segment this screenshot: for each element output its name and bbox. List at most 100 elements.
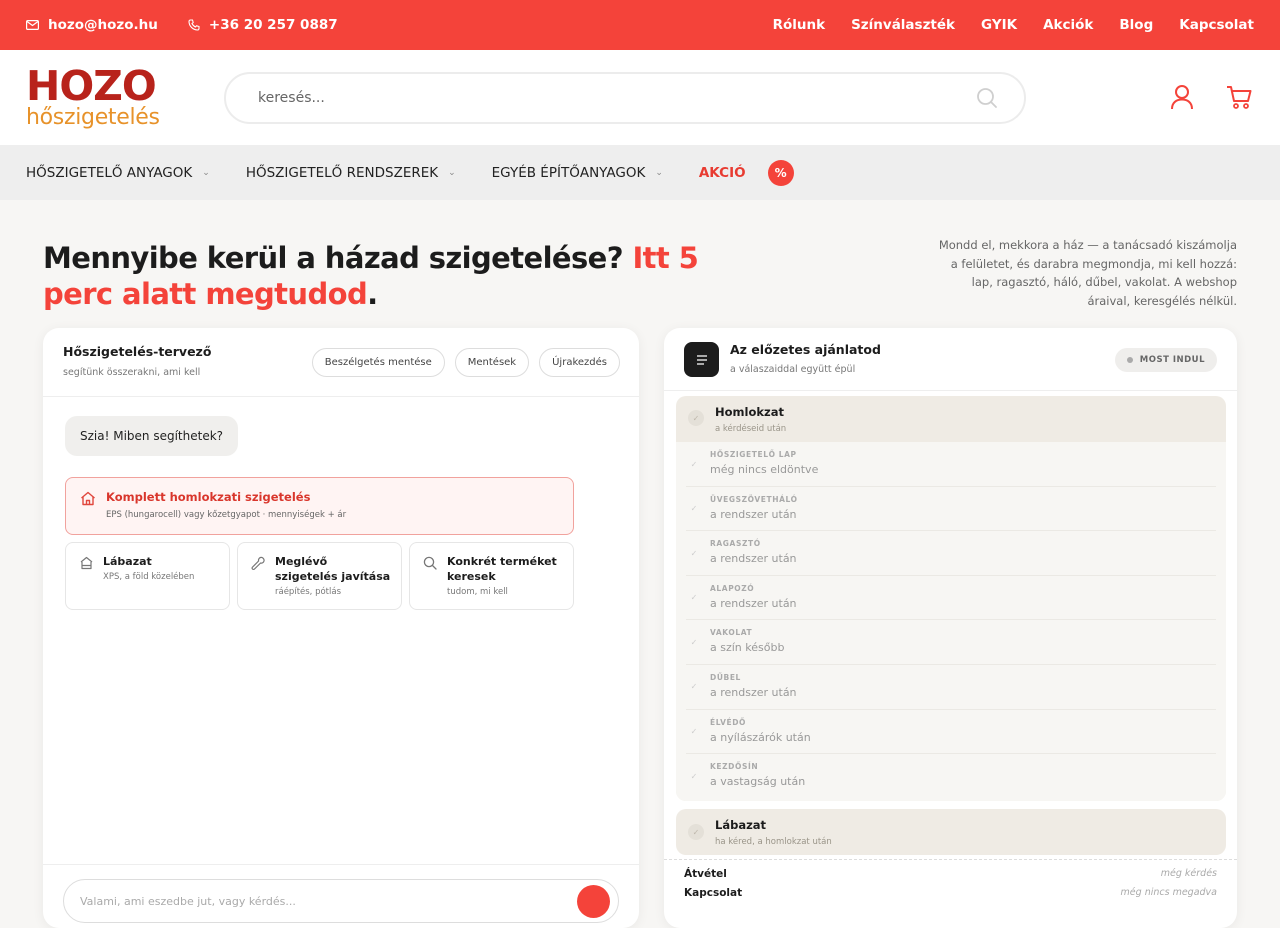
offer-item: ✓ Hőszigetelő lap még nincs eldöntve [686, 442, 1216, 487]
footer-key: Átvétel [684, 868, 727, 880]
check-icon: ✓ [690, 682, 698, 692]
check-icon: ✓ [688, 410, 704, 426]
option-subtitle: ráépítés, pótlás [275, 587, 342, 597]
offer-card: Az előzetes ajánlatod a válaszaiddal egy… [664, 328, 1237, 928]
offer-item-value: a vastagság után [710, 775, 806, 789]
offer-item-value: a szín később [710, 641, 785, 655]
user-icon[interactable] [1170, 84, 1194, 110]
offer-item: ✓ Alapozó a rendszer után [686, 576, 1216, 621]
saves-button[interactable]: Mentések [454, 348, 530, 377]
nav-item-egyeb-epitoanyagok[interactable]: EGYÉB ÉPÍTŐANYAGOK ⌄ [492, 165, 663, 181]
option-repair[interactable]: Meglévő szigetelés javítása ráépítés, pó… [237, 542, 402, 610]
option-title: Komplett homlokzati szigetelés [106, 490, 311, 504]
house-icon [81, 491, 95, 506]
site-header: HOZO hőszigetelés [0, 50, 1280, 145]
option-title: Lábazat [103, 555, 152, 568]
hero-description: Mondd el, mekkora a ház — a tanácsadó ki… [938, 238, 1237, 308]
top-bar: hozo@hozo.hu +36 20 257 0887 Rólunk Szín… [0, 0, 1280, 50]
option-subtitle: tudom, mi kell [447, 587, 508, 597]
offer-item-label: Vakolat [710, 628, 753, 638]
offer-item-label: Dűbel [710, 672, 741, 682]
phone-text: +36 20 257 0887 [208, 17, 338, 33]
status-text: MOST INDUL [1139, 355, 1205, 365]
nav-link-kapcsolat[interactable]: Kapcsolat [1179, 17, 1254, 33]
offer-item-label: Ragasztó [710, 539, 761, 549]
section-title: Homlokzat [715, 405, 784, 419]
offer-item-value: a rendszer után [710, 552, 797, 566]
phone-icon [188, 19, 200, 31]
footer-key: Kapcsolat [684, 887, 743, 899]
nav-item-label: HŐSZIGETELŐ RENDSZEREK [245, 164, 439, 181]
offer-section-homlokzat: ✓ Homlokzat a kérdéseid után ✓ Hőszigetel… [676, 396, 1226, 801]
email-link[interactable]: hozo@hozo.hu [26, 17, 158, 33]
offer-item: ✓ Dűbel a rendszer után [686, 665, 1216, 710]
nav-item-label: HŐSZIGETELŐ ANYAGOK [26, 164, 193, 181]
logo-tagline: hőszigetelés [26, 104, 160, 130]
offer-item-value: a rendszer után [710, 596, 797, 610]
offer-section-labazat: ✓ Lábazat ha kéred, a homlokzat után [676, 809, 1226, 855]
title-end: . [367, 277, 378, 311]
offer-item: ✓ Ragasztó a rendszer után [686, 531, 1216, 576]
offer-header: Az előzetes ajánlatod a válaszaiddal egy… [664, 328, 1237, 391]
option-subtitle: EPS (hungarocell) vagy kőzetgyapot · men… [106, 510, 347, 520]
offer-item-label: Élvédő [710, 717, 746, 727]
search-bar [224, 72, 1026, 124]
status-badge: MOST INDUL [1114, 348, 1217, 372]
nav-item-label: EGYÉB ÉPÍTŐANYAGOK [491, 164, 646, 181]
offer-item-value: a rendszer után [710, 685, 797, 699]
footer-value: még nincs megadva [1120, 887, 1217, 898]
nav-item-akcio[interactable]: AKCIÓ % [698, 159, 794, 186]
chat-input-area: Valami, ami eszedbe jut, vagy kérdés... [43, 864, 639, 928]
nav-item-hoszigetelo-anyagok[interactable]: HŐSZIGETELŐ ANYAGOK ⌄ [26, 165, 210, 181]
chevron-down-icon: ⌄ [202, 167, 210, 178]
chat-input[interactable]: Valami, ami eszedbe jut, vagy kérdés... [63, 879, 619, 923]
search-input[interactable] [258, 90, 938, 106]
check-icon: ✓ [690, 593, 698, 603]
phone-link[interactable]: +36 20 257 0887 [188, 17, 338, 33]
offer-item-label: Alapozó [710, 583, 755, 593]
option-specific-product[interactable]: Konkrét terméket keresek tudom, mi kell [409, 542, 574, 610]
check-icon: ✓ [690, 637, 698, 647]
cart-icon[interactable] [1226, 84, 1252, 110]
save-conversation-button[interactable]: Beszélgetés mentése [311, 348, 445, 377]
offer-item-value: a nyílászárók után [710, 730, 811, 744]
offer-item: ✓ Üvegszövetháló a rendszer után [686, 487, 1216, 532]
offer-item: ✓ Élvédő a nyílászárók után [686, 710, 1216, 755]
search-icon[interactable] [976, 87, 998, 109]
nav-item-label: AKCIÓ [698, 164, 746, 181]
chevron-down-icon: ⌄ [655, 167, 663, 178]
nav-link-akciok[interactable]: Akciók [1043, 17, 1093, 33]
title-part1: Mennyibe kerül a házad szigetelése? [43, 241, 633, 275]
mail-icon [26, 20, 39, 30]
logo[interactable]: HOZO hőszigetelés [26, 63, 186, 133]
offer-item: ✓ Kezdősín a vastagság után [686, 754, 1216, 799]
offer-item-value: a rendszer után [710, 507, 797, 521]
restart-button[interactable]: Újrakezdés [539, 348, 620, 377]
nav-item-hoszigetelo-rendszerek[interactable]: HŐSZIGETELŐ RENDSZEREK ⌄ [246, 165, 456, 181]
check-icon: ✓ [690, 548, 698, 558]
document-icon [684, 342, 719, 377]
nav-link-szinvalasztek[interactable]: Színválaszték [851, 17, 955, 33]
check-icon: ✓ [690, 727, 698, 737]
option-lábazat[interactable]: Lábazat XPS, a föld közelében [65, 542, 230, 610]
nav-link-rolunk[interactable]: Rólunk [773, 17, 826, 33]
percent-badge-icon: % [767, 159, 794, 186]
offer-item-label: Kezdősín [710, 762, 759, 772]
section-header: ✓ Homlokzat a kérdéseid után [676, 396, 1226, 441]
send-button[interactable] [577, 885, 610, 918]
assistant-greeting-bubble: Szia! Miben segíthetek? [65, 416, 239, 456]
check-icon: ✓ [688, 824, 704, 840]
section-header: ✓ Lábazat ha kéred, a homlokzat után [676, 809, 1226, 854]
offer-item-label: Hőszigetelő lap [710, 450, 797, 459]
nav-link-gyik[interactable]: GYIK [981, 17, 1017, 33]
search-icon [423, 556, 437, 570]
main-nav: HŐSZIGETELŐ ANYAGOK ⌄ HŐSZIGETELŐ RENDSZ… [0, 145, 1280, 200]
planner-header: Hőszigetelés-tervező segítünk összerakni… [43, 328, 639, 397]
nav-link-blog[interactable]: Blog [1119, 17, 1153, 33]
offer-item: ✓ Vakolat a szín később [686, 620, 1216, 665]
offer-item-label: Üvegszövetháló [710, 494, 798, 504]
wrench-icon [251, 556, 265, 571]
check-icon: ✓ [690, 771, 698, 781]
foundation-icon [80, 556, 93, 570]
option-full-facade[interactable]: Komplett homlokzati szigetelés EPS (hung… [65, 477, 574, 535]
